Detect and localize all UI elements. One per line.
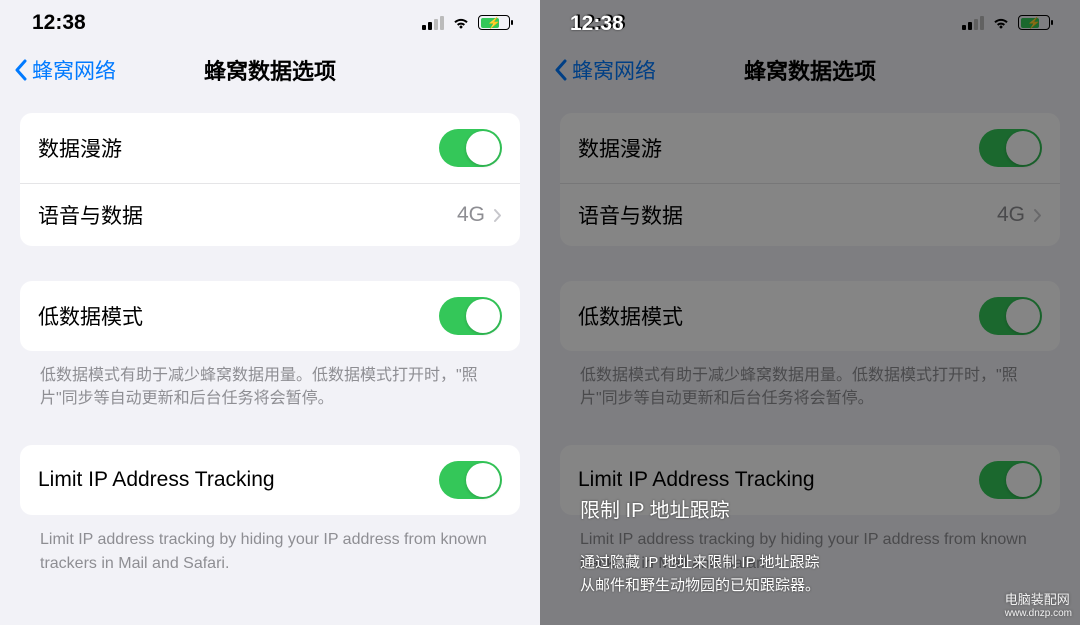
chevron-right-icon — [493, 208, 502, 223]
toggle-low-data-mode[interactable] — [439, 297, 502, 335]
toggle-data-roaming[interactable] — [439, 129, 502, 167]
row-label: 数据漫游 — [38, 133, 122, 163]
section-low-data: 低数据模式 — [560, 281, 1060, 351]
row-label: 语音与数据 — [38, 200, 143, 230]
row-data-roaming[interactable]: 数据漫游 — [560, 113, 1060, 183]
row-label: 语音与数据 — [578, 200, 683, 230]
status-bar: 12:38 ⚡ — [0, 0, 540, 45]
tooltip-time: 12:38 — [570, 12, 624, 36]
battery-icon: ⚡ — [478, 15, 510, 30]
chevron-left-icon — [554, 59, 567, 81]
row-value: 4G — [997, 203, 1042, 227]
toggle-limit-ip-tracking[interactable] — [439, 461, 502, 499]
row-low-data-mode[interactable]: 低数据模式 — [20, 281, 520, 351]
back-label: 蜂窝网络 — [32, 55, 116, 85]
status-time: 12:38 — [32, 11, 86, 35]
row-label: 低数据模式 — [578, 301, 683, 331]
nav-bar: 蜂窝网络 蜂窝数据选项 — [540, 45, 1080, 113]
row-voice-data[interactable]: 语音与数据 4G — [20, 183, 520, 246]
section-footer: Limit IP address tracking by hiding your… — [20, 520, 520, 574]
back-button[interactable]: 蜂窝网络 — [554, 55, 656, 85]
row-label: Limit IP Address Tracking — [38, 468, 275, 492]
row-label: 低数据模式 — [38, 301, 143, 331]
page-title: 蜂窝数据选项 — [204, 54, 336, 86]
toggle-low-data-mode[interactable] — [979, 297, 1042, 335]
section-network: 数据漫游 语音与数据 4G — [20, 113, 520, 246]
back-button[interactable]: 蜂窝网络 — [14, 55, 116, 85]
signal-icon — [962, 15, 984, 30]
battery-icon: ⚡ — [1018, 15, 1050, 30]
section-network: 数据漫游 语音与数据 4G — [560, 113, 1060, 246]
toggle-data-roaming[interactable] — [979, 129, 1042, 167]
chevron-right-icon — [1033, 208, 1042, 223]
wifi-icon — [991, 15, 1011, 30]
phone-right: 12:38 ⚡ 蜂窝网络 蜂窝数据选项 数据漫游 语音与数据 4G 低数据模式 — [540, 0, 1080, 625]
nav-bar: 蜂窝网络 蜂窝数据选项 — [0, 45, 540, 113]
row-voice-data[interactable]: 语音与数据 4G — [560, 183, 1060, 246]
status-icons: ⚡ — [422, 15, 510, 30]
tooltip-desc: 通过隐藏 IP 地址来限制 IP 地址跟踪 从邮件和野生动物园的已知跟踪器。 — [580, 552, 820, 597]
wifi-icon — [451, 15, 471, 30]
section-low-data: 低数据模式 — [20, 281, 520, 351]
back-label: 蜂窝网络 — [572, 55, 656, 85]
status-icons: ⚡ — [962, 15, 1050, 30]
phone-left: 12:38 ⚡ 蜂窝网络 蜂窝数据选项 数据漫游 语音与数据 4G 低数据模式 — [0, 0, 540, 625]
signal-icon — [422, 15, 444, 30]
section-footer: 低数据模式有助于减少蜂窝数据用量。低数据模式打开时，"照片"同步等自动更新和后台… — [20, 356, 520, 410]
row-value: 4G — [457, 203, 502, 227]
section-limit-ip: Limit IP Address Tracking — [20, 445, 520, 515]
row-low-data-mode[interactable]: 低数据模式 — [560, 281, 1060, 351]
row-label: 数据漫游 — [578, 133, 662, 163]
watermark: 电脑装配网 www.dnzp.com — [1005, 589, 1072, 619]
toggle-limit-ip-tracking[interactable] — [979, 461, 1042, 499]
section-footer: 低数据模式有助于减少蜂窝数据用量。低数据模式打开时，"照片"同步等自动更新和后台… — [560, 356, 1060, 410]
row-data-roaming[interactable]: 数据漫游 — [20, 113, 520, 183]
page-title: 蜂窝数据选项 — [744, 54, 876, 86]
row-label: Limit IP Address Tracking — [578, 468, 815, 492]
chevron-left-icon — [14, 59, 27, 81]
row-limit-ip-tracking[interactable]: Limit IP Address Tracking — [20, 445, 520, 515]
tooltip-title: 限制 IP 地址跟踪 — [580, 494, 730, 523]
